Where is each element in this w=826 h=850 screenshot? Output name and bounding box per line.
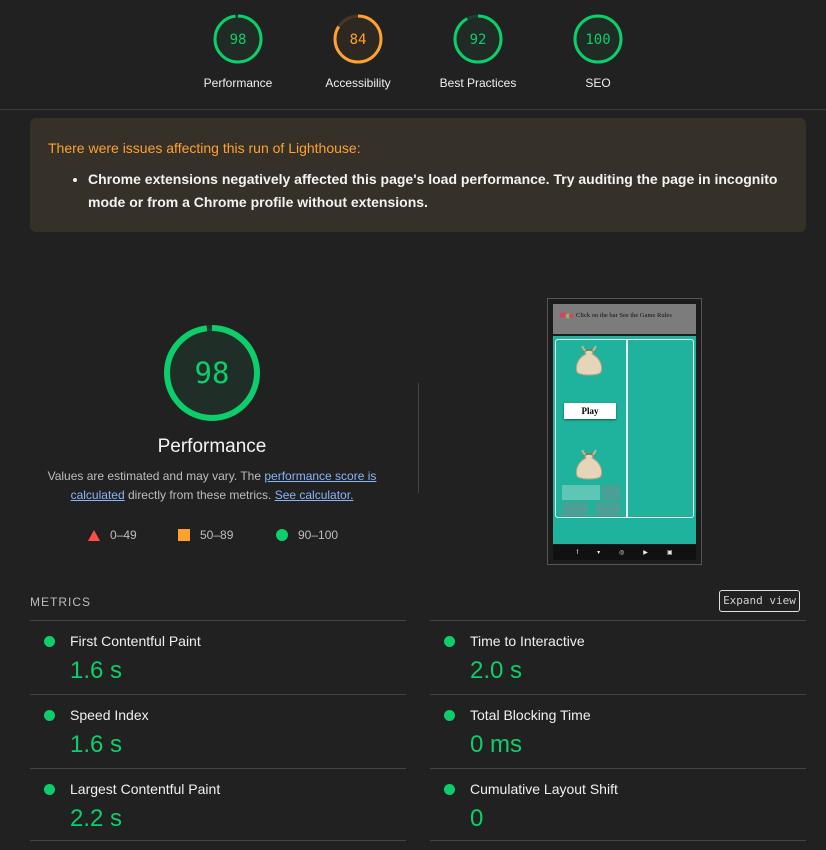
metric-name: Cumulative Layout Shift	[470, 781, 618, 797]
pass-icon	[444, 784, 455, 795]
metric-value: 0 ms	[470, 731, 523, 758]
play-button: Play	[564, 403, 616, 419]
mini-button	[562, 502, 588, 516]
game-divider	[626, 339, 628, 518]
pass-icon	[44, 636, 55, 647]
gauge-score: 92	[470, 32, 487, 48]
pass-icon	[444, 710, 455, 721]
gauge-accessibility[interactable]: 84 Accessibility	[308, 14, 408, 90]
performance-gauge-ring: 98	[164, 325, 260, 421]
performance-gauge: 98	[162, 323, 262, 423]
metric-cumulative-layout-shift: Cumulative Layout Shift 0	[430, 768, 806, 843]
category-gauges: 98 Performance 84 Accessibility 92 Best …	[0, 0, 826, 110]
expand-view-button[interactable]: Expand view	[719, 590, 800, 612]
metric-value: 2.2 s	[70, 805, 123, 832]
gauge-label: SEO	[585, 76, 611, 90]
metric-total-blocking-time: Total Blocking Time 0 ms	[430, 694, 806, 769]
legend-average: 50–89	[178, 528, 233, 542]
metric-largest-contentful-paint: Largest Contentful Paint 2.2 s	[30, 768, 406, 843]
legend-pass: 90–100	[276, 528, 338, 542]
gauge-best-practices[interactable]: 92 Best Practices	[428, 14, 528, 90]
triangle-icon	[88, 529, 100, 541]
metric-name: Speed Index	[70, 707, 149, 723]
legend-range: 90–100	[298, 528, 339, 542]
pass-icon	[44, 710, 55, 721]
metric-name: Total Blocking Time	[470, 707, 591, 723]
metric-name: First Contentful Paint	[70, 633, 201, 649]
gauge-ring: 92	[453, 14, 503, 64]
performance-title: Performance	[157, 436, 267, 457]
gauge-score: 84	[350, 32, 367, 48]
performance-score: 98	[195, 356, 230, 390]
square-icon	[178, 529, 190, 541]
mini-input	[562, 485, 600, 500]
bag-icon	[575, 345, 603, 376]
warning-list: Chrome extensions negatively affected th…	[48, 168, 788, 214]
divider	[30, 840, 406, 841]
warning-item: Chrome extensions negatively affected th…	[88, 168, 788, 214]
mini-button	[602, 485, 621, 500]
gauge-label: Best Practices	[439, 76, 517, 90]
performance-description: Values are estimated and may vary. The p…	[42, 467, 382, 505]
legend-fail: 0–49	[88, 528, 137, 542]
divider	[430, 840, 806, 841]
see-calculator-link[interactable]: See calculator.	[275, 488, 354, 502]
facebook-icon: f	[576, 549, 579, 556]
bag-icon	[575, 449, 603, 480]
metric-value: 2.0 s	[470, 657, 523, 684]
metric-value: 1.6 s	[70, 731, 123, 758]
instagram-icon: ◎	[619, 550, 625, 556]
twitter-icon: ▾	[597, 550, 601, 556]
legend-range: 0–49	[110, 528, 137, 542]
metric-name: Largest Contentful Paint	[70, 781, 221, 797]
desc-text: directly from these metrics.	[124, 488, 275, 502]
gauge-label: Performance	[203, 76, 273, 90]
gauge-ring: 84	[333, 14, 383, 64]
gauge-score: 100	[585, 32, 610, 48]
divider	[418, 383, 419, 493]
warning-box: There were issues affecting this run of …	[30, 118, 806, 232]
metrics-heading: METRICS	[30, 595, 91, 609]
pass-icon	[44, 784, 55, 795]
metric-value: 0	[470, 805, 484, 832]
gauge-score: 98	[230, 32, 247, 48]
linkedin-icon: ▣	[666, 550, 673, 556]
metric-value: 1.6 s	[70, 657, 123, 684]
gauge-performance[interactable]: 98 Performance	[188, 14, 288, 90]
screenshot-header-text: Click on the bar See the Game Rules	[576, 312, 672, 319]
gauge-label: Accessibility	[325, 76, 391, 90]
metric-first-contentful-paint: First Contentful Paint 1.6 s	[30, 620, 406, 695]
legend-range: 50–89	[200, 528, 234, 542]
metric-name: Time to Interactive	[470, 633, 585, 649]
screenshot-footer: f ▾ ◎ ▶ ▣	[553, 545, 696, 560]
gauge-seo[interactable]: 100 SEO	[548, 14, 648, 90]
metric-time-to-interactive: Time to Interactive 2.0 s	[430, 620, 806, 695]
warning-title: There were issues affecting this run of …	[48, 140, 361, 156]
desc-text: Values are estimated and may vary. The	[47, 469, 265, 483]
metric-speed-index: Speed Index 1.6 s	[30, 694, 406, 769]
screenshot-body: Play	[553, 336, 696, 544]
final-screenshot[interactable]: Click on the bar See the Game Rules Play…	[547, 298, 702, 565]
screenshot-header: Click on the bar See the Game Rules	[553, 304, 696, 334]
gauge-ring: 98	[213, 14, 263, 64]
gauge-ring: 100	[573, 14, 623, 64]
youtube-icon: ▶	[643, 550, 648, 556]
mini-button	[595, 502, 621, 516]
pass-icon	[444, 636, 455, 647]
circle-icon	[276, 529, 288, 541]
